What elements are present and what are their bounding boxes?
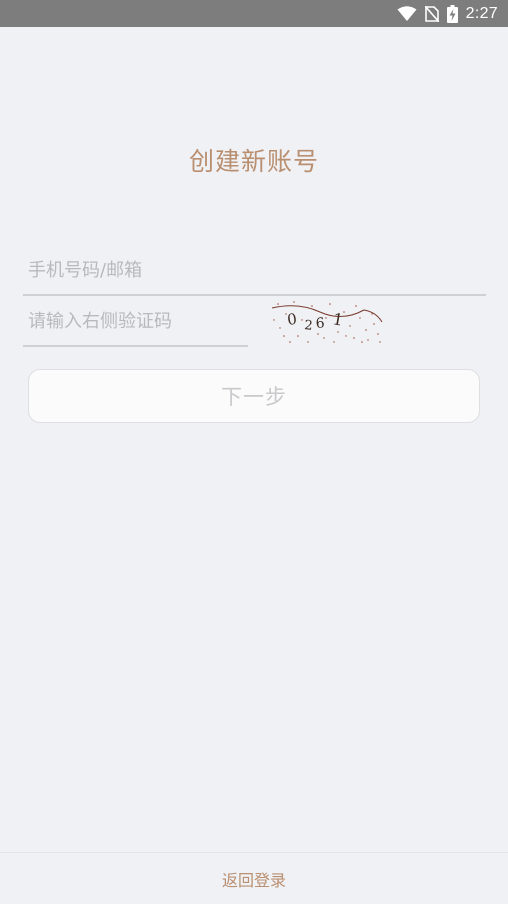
- battery-charging-icon: [446, 4, 458, 23]
- captcha-field[interactable]: [23, 297, 248, 347]
- svg-text:0: 0: [286, 310, 298, 329]
- svg-text:1: 1: [331, 309, 344, 329]
- captcha-image[interactable]: 0 2 6 1: [268, 298, 386, 346]
- captcha-input[interactable]: [23, 297, 248, 345]
- next-button[interactable]: 下一步: [28, 369, 480, 423]
- phone-email-input[interactable]: [23, 246, 486, 294]
- status-bar: 2:27: [0, 0, 508, 27]
- wifi-icon: [397, 5, 417, 22]
- captcha-graphic: 0 2 6 1: [271, 301, 383, 343]
- svg-text:2: 2: [304, 318, 314, 334]
- back-to-login-link[interactable]: 返回登录: [222, 867, 286, 891]
- status-time: 2:27: [465, 4, 498, 22]
- no-sim-icon: [424, 5, 439, 22]
- phone-email-field[interactable]: [23, 246, 486, 296]
- svg-text:6: 6: [315, 315, 325, 332]
- bottom-bar: 返回登录: [0, 852, 508, 904]
- page-title: 创建新账号: [188, 147, 319, 176]
